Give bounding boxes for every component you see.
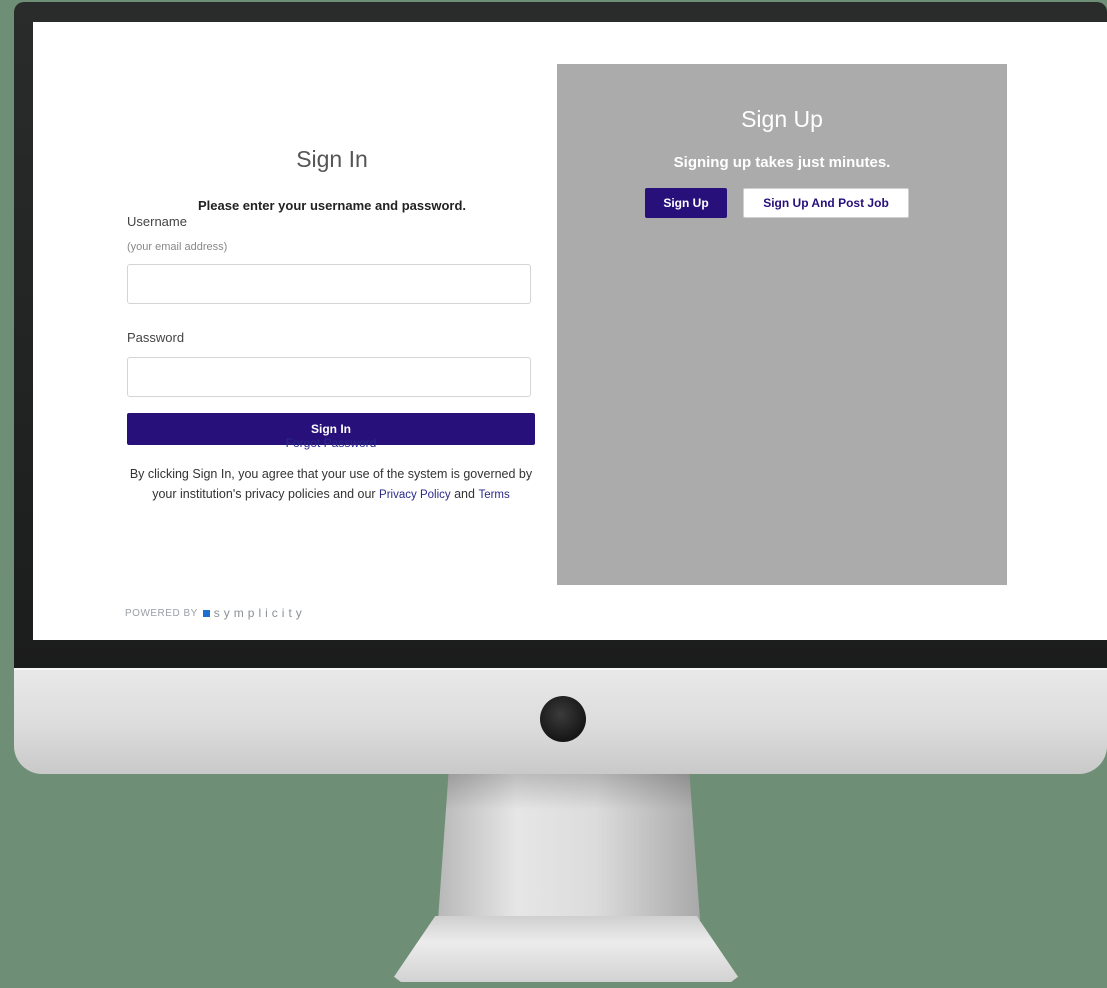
username-label: Username xyxy=(127,214,187,229)
password-label: Password xyxy=(127,330,185,345)
legal-and: and xyxy=(450,487,479,501)
symplicity-logo-icon xyxy=(202,609,210,617)
legal-text: By clicking Sign In, you agree that your… xyxy=(127,464,535,505)
signup-subtitle: Signing up takes just minutes. xyxy=(673,154,891,171)
signup-title: Sign Up xyxy=(741,106,823,132)
signup-panel: Sign Up Signing up takes just minutes. S… xyxy=(557,64,1007,585)
sign-up-post-job-button[interactable]: Sign Up And Post Job xyxy=(743,188,909,218)
screen: Sign In Please enter your username and p… xyxy=(33,22,1107,640)
monitor-stand-shadow xyxy=(445,774,693,810)
terms-link[interactable]: Terms xyxy=(478,489,509,501)
signin-panel: Sign In Please enter your username and p… xyxy=(127,64,537,584)
brand-name: symplicity xyxy=(213,606,306,620)
username-input[interactable] xyxy=(127,264,531,304)
sign-up-button[interactable]: Sign Up xyxy=(645,188,727,218)
password-input[interactable] xyxy=(127,357,531,397)
monitor-stand-base xyxy=(394,916,738,982)
signin-subtitle: Please enter your username and password. xyxy=(197,198,467,213)
signin-title: Sign In xyxy=(296,146,368,172)
camera-icon xyxy=(540,696,586,742)
privacy-policy-link[interactable]: Privacy Policy xyxy=(379,489,451,501)
forgot-password-container: Forgot Password xyxy=(127,436,535,450)
powered-by-text: POWERED BY xyxy=(125,607,198,619)
forgot-password-link[interactable]: Forgot Password xyxy=(286,436,377,450)
powered-by-footer: POWERED BY symplicity xyxy=(125,606,306,620)
username-hint: (your email address) xyxy=(127,241,228,253)
